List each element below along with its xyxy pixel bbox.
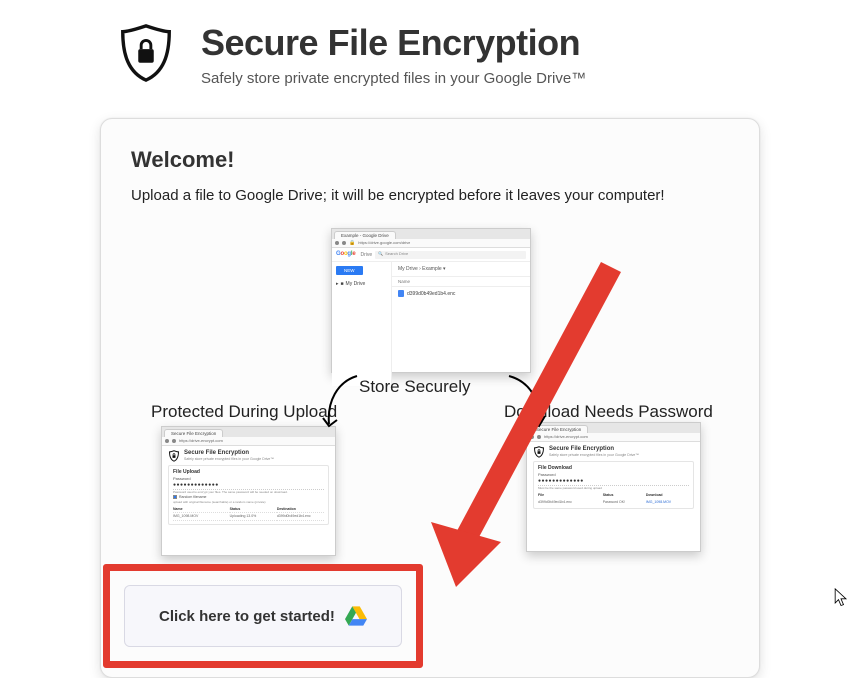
illustration: Example - Google Drive 🔒 https://drive.g… [131, 222, 729, 572]
main-card: Welcome! Upload a file to Google Drive; … [100, 118, 760, 678]
caption-store: Store Securely [359, 377, 471, 397]
drive-breadcrumb: My Drive › Example ▾ [392, 262, 530, 277]
google-drive-icon [345, 606, 367, 626]
upload-window: Secure File Encryption https://drive-enc… [161, 426, 336, 556]
arrow-left-icon [319, 372, 369, 432]
cta-label: Click here to get started! [159, 608, 335, 625]
drive-new-button: NEW [336, 266, 363, 275]
get-started-button[interactable]: Click here to get started! [124, 585, 402, 647]
drive-sidebar-mydrive: ▸■My Drive [336, 281, 387, 287]
welcome-heading: Welcome! [131, 147, 729, 173]
welcome-text: Upload a file to Google Drive; it will b… [131, 187, 729, 204]
google-logo: Google [336, 251, 355, 258]
shield-icon [533, 446, 545, 458]
file-icon [398, 290, 404, 297]
drive-col-name: Name [392, 277, 530, 287]
download-window: Secure File Encryption https://drive-enc… [526, 422, 701, 552]
drive-search-input: 🔍Search Drive [375, 251, 526, 259]
upload-panel-title: File Upload [173, 469, 324, 475]
drive-url: https://drive.google.com/drive [358, 241, 410, 246]
mouse-cursor-icon [834, 588, 848, 608]
app-subtitle: Safely store private encrypted files in … [201, 70, 586, 87]
upload-tab: Secure File Encryption [164, 429, 223, 437]
arrow-right-icon [499, 372, 549, 432]
app-title: Secure File Encryption [201, 22, 586, 64]
shield-lock-icon [115, 22, 177, 84]
drive-window: Example - Google Drive 🔒 https://drive.g… [331, 228, 531, 373]
download-panel-title: File Download [538, 465, 689, 471]
page-header: Secure File Encryption Safely store priv… [0, 0, 866, 87]
cta-highlight: Click here to get started! [103, 564, 423, 668]
shield-icon [168, 450, 180, 462]
drive-label: Drive [360, 252, 372, 258]
drive-file-row: d399d0b49ed1b4.enc [392, 287, 530, 300]
drive-tab: Example - Google Drive [334, 231, 396, 239]
caption-upload: Protected During Upload [151, 402, 337, 422]
